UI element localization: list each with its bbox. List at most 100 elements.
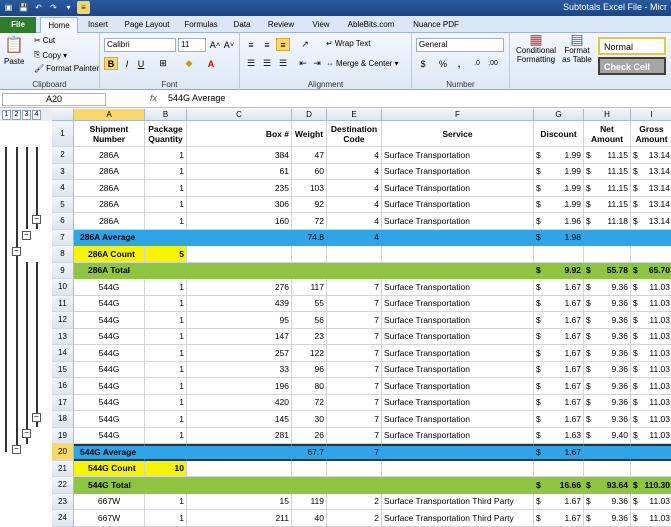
collapse-544g-total[interactable]: − xyxy=(12,445,21,454)
row-header[interactable]: 11 xyxy=(52,295,74,312)
cell[interactable] xyxy=(382,262,534,279)
cell[interactable]: Surface Transportation xyxy=(382,213,534,230)
cell[interactable]: 1 xyxy=(145,196,187,213)
row-header[interactable]: 2 xyxy=(52,147,74,164)
currency-icon[interactable]: $ xyxy=(416,57,430,70)
cell[interactable]: $11.03 xyxy=(631,362,671,378)
cell[interactable]: $13.14 xyxy=(631,197,671,213)
header-cell[interactable]: Destination Code xyxy=(327,121,382,147)
cell[interactable]: $1.67 xyxy=(534,328,584,345)
cell[interactable]: 72 xyxy=(292,394,327,411)
cell[interactable]: Surface Transportation xyxy=(382,279,534,296)
cell[interactable]: $13.14 xyxy=(631,213,671,230)
header-cell[interactable]: Weight xyxy=(292,121,327,147)
cell[interactable]: $1.99 xyxy=(534,196,584,213)
cell[interactable]: 544G xyxy=(74,295,145,312)
cell[interactable]: Surface Transportation xyxy=(382,147,534,164)
cell[interactable]: 40 xyxy=(292,510,327,527)
cell[interactable] xyxy=(584,460,631,477)
column-header-g[interactable]: G xyxy=(534,109,584,121)
comma-icon[interactable]: , xyxy=(452,57,466,70)
font-color-icon[interactable]: A xyxy=(204,57,218,70)
cell[interactable]: 33 xyxy=(187,361,292,378)
cell[interactable]: 92 xyxy=(292,196,327,213)
collapse-544g-average[interactable]: − xyxy=(32,413,41,422)
cell[interactable]: 4 xyxy=(327,229,382,246)
cell[interactable]: $11.03 xyxy=(631,510,671,527)
cell[interactable]: 96 xyxy=(292,361,327,378)
grow-font-icon[interactable]: A ˄ xyxy=(208,38,222,51)
cell[interactable]: 80 xyxy=(292,378,327,395)
outline-level-4[interactable]: 4 xyxy=(32,110,41,120)
cell[interactable]: $11.03 xyxy=(631,411,671,428)
cell[interactable]: 1 xyxy=(145,328,187,345)
cell[interactable]: 1 xyxy=(145,180,187,197)
cell[interactable]: 56 xyxy=(292,312,327,329)
cell[interactable]: $9.36 xyxy=(584,361,631,378)
cell[interactable]: $11.03 xyxy=(631,279,671,296)
cell[interactable] xyxy=(292,477,327,494)
cell[interactable]: Surface Transportation xyxy=(382,394,534,411)
row-header[interactable]: 24 xyxy=(52,510,74,527)
cell[interactable]: 1 xyxy=(145,213,187,230)
cell[interactable]: 286A Total xyxy=(74,262,145,279)
outline-level-3[interactable]: 3 xyxy=(22,110,31,120)
cell[interactable]: $9.36 xyxy=(584,295,631,312)
cell[interactable]: $11.03 xyxy=(631,428,671,444)
cell[interactable]: 1 xyxy=(145,147,187,164)
fill-color-icon[interactable]: ◆ xyxy=(182,57,196,70)
cell[interactable] xyxy=(534,246,584,263)
cell[interactable]: 544G Count xyxy=(74,460,145,477)
cell[interactable] xyxy=(327,246,382,263)
column-header-f[interactable]: F xyxy=(382,109,534,121)
align-bottom-icon[interactable]: ≡ xyxy=(276,38,290,51)
cell[interactable] xyxy=(327,477,382,494)
cell[interactable]: 145 xyxy=(187,411,292,428)
outline-level-2[interactable]: 2 xyxy=(12,110,21,120)
cell[interactable]: 286A xyxy=(74,147,145,164)
row-header[interactable]: 6 xyxy=(52,213,74,230)
header-cell[interactable]: Net Amount xyxy=(584,121,631,147)
cell[interactable]: 544G xyxy=(74,328,145,345)
tab-page-layout[interactable]: Page Layout xyxy=(120,17,174,33)
cell[interactable] xyxy=(145,262,187,279)
cell[interactable]: 74.8 xyxy=(292,229,327,246)
cell[interactable]: 4 xyxy=(327,163,382,180)
cell[interactable]: 7 xyxy=(327,411,382,428)
row-header[interactable]: 14 xyxy=(52,345,74,362)
cell[interactable] xyxy=(145,229,187,246)
cell[interactable]: $1.67 xyxy=(534,493,584,510)
cell[interactable]: $9.36 xyxy=(584,394,631,411)
cell[interactable] xyxy=(187,229,292,246)
cell[interactable]: 439 xyxy=(187,295,292,312)
cell[interactable]: 544G xyxy=(74,361,145,378)
cell[interactable]: 544G xyxy=(74,427,145,444)
border-icon[interactable]: ⊞ xyxy=(156,57,170,70)
style-normal[interactable]: Normal xyxy=(598,37,666,55)
cell[interactable]: $9.36 xyxy=(584,510,631,527)
cell[interactable] xyxy=(327,460,382,477)
cell[interactable] xyxy=(631,461,671,477)
cell[interactable]: 61 xyxy=(187,163,292,180)
row-header[interactable]: 9 xyxy=(52,262,74,279)
cell[interactable]: 281 xyxy=(187,427,292,444)
cell[interactable]: 7 xyxy=(327,378,382,395)
cell[interactable]: 7 xyxy=(327,361,382,378)
decrease-decimal-icon[interactable]: .00 xyxy=(486,57,500,70)
format-as-table-button[interactable]: ▤ Format as Table xyxy=(560,32,594,64)
cell[interactable]: 30 xyxy=(292,411,327,428)
cell[interactable]: $1.67 xyxy=(534,378,584,395)
cell[interactable]: $1.67 xyxy=(534,394,584,411)
cell[interactable]: $9.40 xyxy=(584,427,631,444)
header-cell[interactable]: Package Quantity xyxy=(145,121,187,147)
cell[interactable]: $1.67 xyxy=(534,444,584,461)
cell[interactable]: $1.63 xyxy=(534,427,584,444)
cell[interactable]: $110.30 xyxy=(631,477,671,494)
cell[interactable]: $1.67 xyxy=(534,510,584,527)
tab-nuance-pdf[interactable]: Nuance PDF xyxy=(408,17,464,33)
cell[interactable]: $9.36 xyxy=(584,345,631,362)
cell[interactable]: 103 xyxy=(292,180,327,197)
increase-indent-icon[interactable]: ⇥ xyxy=(310,57,324,70)
cell[interactable]: 7 xyxy=(327,345,382,362)
cell[interactable]: Surface Transportation Third Party xyxy=(382,510,534,527)
